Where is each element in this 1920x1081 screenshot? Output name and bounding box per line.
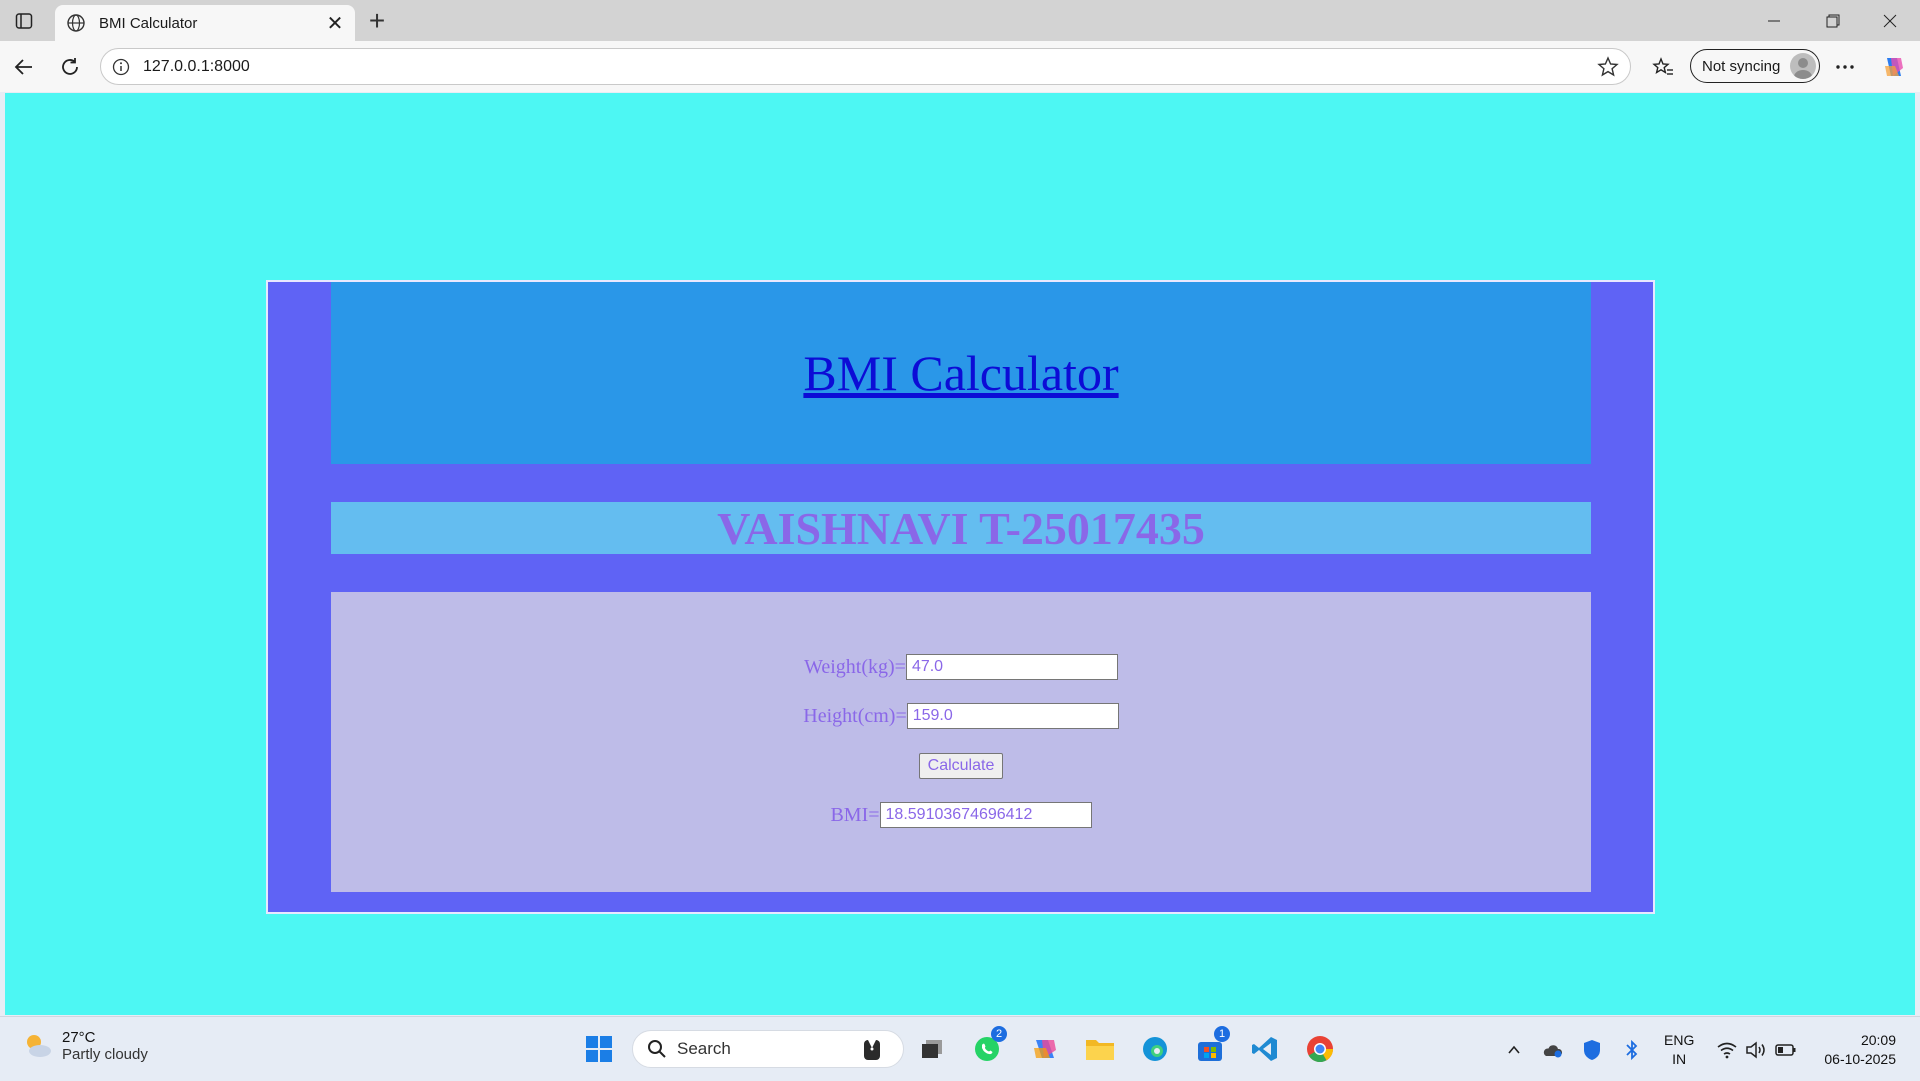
sync-label: Not syncing (1702, 57, 1781, 75)
microsoft-store-icon[interactable]: 1 (1193, 1026, 1230, 1066)
vscode-icon[interactable] (1248, 1032, 1282, 1066)
language-indicator[interactable]: ENG IN (1664, 1031, 1694, 1069)
whatsapp-badge: 2 (991, 1026, 1007, 1042)
clock-date: 06-10-2025 (1824, 1051, 1896, 1067)
height-label: Height(cm)= (803, 704, 907, 727)
globe-icon (65, 12, 87, 34)
wifi-icon[interactable] (1716, 1039, 1738, 1061)
student-name: VAISHNAVI T-25017435 (717, 502, 1205, 554)
edge-browser-icon[interactable] (1138, 1032, 1172, 1066)
bluetooth-icon[interactable] (1621, 1039, 1643, 1061)
refresh-icon[interactable] (54, 51, 86, 83)
search-highlight-icon (864, 1040, 880, 1060)
back-icon[interactable] (8, 51, 40, 83)
browser-tab-active[interactable]: BMI Calculator ✕ (55, 5, 355, 41)
page-title-link[interactable]: BMI Calculator (803, 344, 1118, 402)
header-section: BMI Calculator (331, 282, 1591, 464)
search-icon (648, 1040, 666, 1058)
favorites-icon[interactable] (1647, 51, 1679, 83)
favorite-star-icon[interactable] (1596, 55, 1620, 79)
address-bar[interactable]: 127.0.0.1:8000 (100, 48, 1631, 85)
browser-toolbar: 127.0.0.1:8000 Not syncing (0, 41, 1920, 92)
system-clock[interactable]: 20:09 06-10-2025 (1812, 1031, 1896, 1069)
height-row: Height(cm)= (331, 703, 1591, 729)
restore-icon[interactable] (1805, 0, 1861, 41)
battery-icon[interactable] (1775, 1039, 1797, 1061)
taskbar: 27°C Partly cloudy Search 2 1 ENG IN 20:… (0, 1016, 1920, 1081)
bmi-row: BMI= (331, 802, 1591, 828)
browser-tab-bar: BMI Calculator ✕ + (0, 0, 1920, 41)
bmi-label: BMI= (830, 803, 880, 826)
copilot-icon[interactable] (1878, 51, 1910, 83)
bmi-result-field[interactable] (879, 802, 1092, 828)
tab-title: BMI Calculator (99, 14, 198, 32)
window-close-icon[interactable] (1862, 0, 1918, 41)
partly-cloudy-icon (27, 1035, 51, 1057)
minimize-icon[interactable] (1746, 0, 1802, 41)
task-view-icon[interactable] (916, 1032, 950, 1066)
page-viewport: BMI Calculator VAISHNAVI T-25017435 Weig… (5, 93, 1915, 1015)
weight-label: Weight(kg)= (804, 655, 906, 678)
calculator-container: BMI Calculator VAISHNAVI T-25017435 Weig… (266, 280, 1655, 914)
onedrive-icon[interactable] (1541, 1039, 1563, 1061)
store-badge: 1 (1214, 1026, 1230, 1042)
weather-temp: 27°C (62, 1029, 96, 1046)
calculate-button[interactable]: Calculate (918, 753, 1004, 779)
lang-line1: ENG (1664, 1032, 1695, 1048)
site-info-icon[interactable] (111, 57, 131, 77)
security-shield-icon[interactable] (1581, 1039, 1603, 1061)
volume-icon[interactable] (1745, 1039, 1767, 1061)
tab-actions-icon[interactable] (12, 9, 36, 33)
tab-close-icon[interactable]: ✕ (321, 9, 349, 37)
lang-line2: IN (1672, 1051, 1687, 1067)
taskbar-search[interactable]: Search (632, 1030, 904, 1068)
weather-condition: Partly cloudy (62, 1046, 148, 1063)
chrome-icon[interactable] (1303, 1032, 1337, 1066)
height-input[interactable] (906, 703, 1119, 729)
avatar-icon (1790, 53, 1816, 79)
clock-time: 20:09 (1860, 1032, 1896, 1048)
search-label: Search (677, 1039, 731, 1058)
weight-row: Weight(kg)= (331, 654, 1591, 680)
more-menu-icon[interactable] (1829, 51, 1861, 83)
calculate-row: Calculate (331, 753, 1591, 779)
copilot-app-icon[interactable] (1028, 1032, 1062, 1066)
whatsapp-icon[interactable]: 2 (970, 1026, 1007, 1066)
url-text: 127.0.0.1:8000 (143, 58, 250, 75)
file-explorer-icon[interactable] (1083, 1032, 1117, 1066)
new-tab-icon[interactable]: + (362, 5, 392, 36)
weather-widget[interactable]: 27°C Partly cloudy (22, 1029, 148, 1063)
show-hidden-icons-chevron-icon[interactable] (1503, 1039, 1525, 1061)
profile-sync-button[interactable]: Not syncing (1690, 49, 1820, 83)
name-banner: VAISHNAVI T-25017435 (331, 502, 1591, 554)
bmi-form: Weight(kg)= Height(cm)= Calculate BMI= (331, 592, 1591, 892)
start-windows-icon[interactable] (582, 1032, 616, 1066)
weight-input[interactable] (905, 654, 1118, 680)
